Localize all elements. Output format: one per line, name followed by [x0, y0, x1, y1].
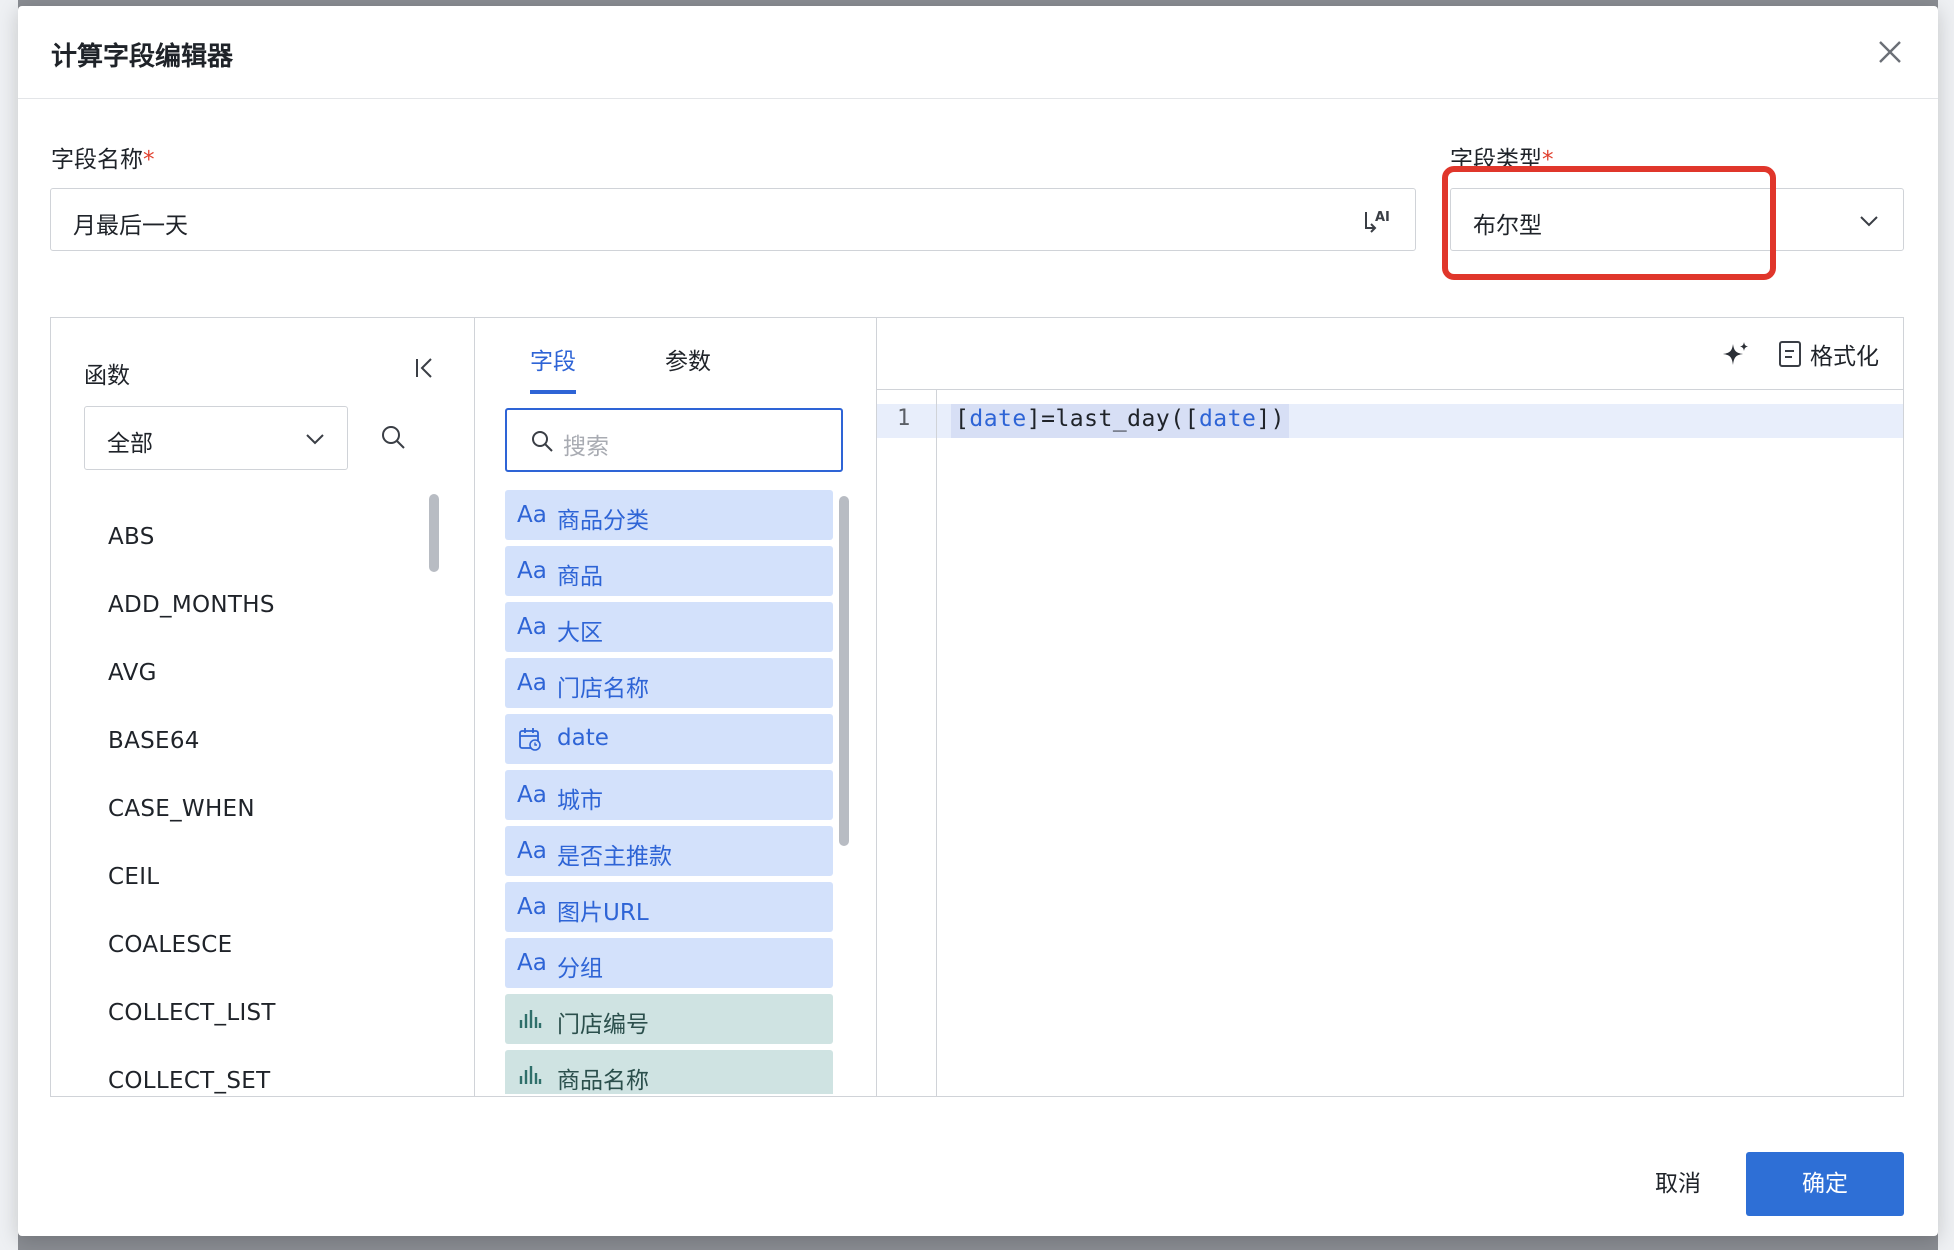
function-item[interactable]: CASE_WHEN	[108, 796, 255, 822]
text-type-icon: Aa	[517, 614, 547, 640]
field-list-scrollbar[interactable]	[839, 496, 849, 846]
function-category-select[interactable]: 全部	[84, 406, 348, 470]
sparkle-icon	[1723, 342, 1748, 365]
line-number-gutter	[877, 390, 937, 1096]
function-item[interactable]: ABS	[108, 524, 155, 550]
field-item[interactable]: Aa 商品分类	[505, 490, 833, 540]
fields-panel: 字段 参数 搜索 Aa 商品分类 Aa 商品 Aa 大区 Aa 门店名称 dat…	[475, 318, 877, 1096]
code-token-field: date	[1198, 406, 1257, 432]
function-item[interactable]: COLLECT_SET	[108, 1068, 270, 1094]
dialog-header: 计算字段编辑器	[18, 6, 1938, 99]
field-item-label: 城市	[557, 788, 603, 814]
field-search-input[interactable]: 搜索	[505, 408, 843, 472]
field-name-label: 字段名称*	[51, 147, 155, 173]
text-type-icon: Aa	[517, 782, 547, 808]
format-label: 格式化	[1810, 344, 1879, 370]
field-item[interactable]: Aa 城市	[505, 770, 833, 820]
code-panel: 格式化 1 [date]=last_day([date])	[877, 318, 1903, 1096]
field-item[interactable]: Aa 图片URL	[505, 882, 833, 932]
field-name-value: 月最后一天	[73, 213, 188, 239]
tab-fields[interactable]: 字段	[530, 342, 576, 394]
function-item[interactable]: CEIL	[108, 864, 159, 890]
field-list: Aa 商品分类 Aa 商品 Aa 大区 Aa 门店名称 date Aa 城市 A…	[505, 490, 835, 1094]
field-item-label: 分组	[557, 956, 603, 982]
close-button[interactable]	[1874, 36, 1906, 68]
text-type-icon: Aa	[517, 670, 547, 696]
confirm-button[interactable]: 确定	[1746, 1152, 1904, 1216]
calculated-field-editor-dialog: 计算字段编辑器 字段名称* 字段类型* 月最后一天 AI 布尔型 函数 全部 A…	[18, 6, 1938, 1236]
field-item-label: 是否主推款	[557, 844, 672, 870]
format-button[interactable]: 格式化	[1778, 336, 1879, 372]
text-type-icon: Aa	[517, 950, 547, 976]
required-mark: *	[143, 147, 155, 173]
field-item-label: date	[557, 725, 609, 751]
function-item[interactable]: COALESCE	[108, 932, 232, 958]
field-item[interactable]: 商品名称	[505, 1050, 833, 1094]
field-item-label: 商品	[557, 564, 603, 590]
field-item[interactable]: date	[505, 714, 833, 764]
function-item[interactable]: BASE64	[108, 728, 200, 754]
function-item[interactable]: COLLECT_LIST	[108, 1000, 276, 1026]
field-type-select[interactable]: 布尔型	[1450, 188, 1904, 251]
ai-rename-icon: AI	[1365, 210, 1390, 233]
search-icon	[382, 426, 405, 449]
search-icon	[532, 431, 553, 452]
text-type-icon: Aa	[517, 838, 547, 864]
text-type-icon: Aa	[517, 558, 547, 584]
formula-editor: 函数 全部 ABS ADD_MONTHS AVG BASE64 CASE_WHE…	[50, 317, 1904, 1097]
chevron-down-icon	[306, 434, 324, 445]
field-item-label: 商品分类	[557, 508, 649, 534]
field-type-value: 布尔型	[1473, 213, 1542, 239]
field-item[interactable]: Aa 大区	[505, 602, 833, 652]
field-item[interactable]: 门店编号	[505, 994, 833, 1044]
function-item[interactable]: AVG	[108, 660, 157, 686]
field-item[interactable]: Aa 是否主推款	[505, 826, 833, 876]
bar-chart-icon	[517, 1062, 547, 1090]
tab-parameters[interactable]: 参数	[665, 342, 711, 390]
field-search-placeholder: 搜索	[563, 434, 609, 460]
cancel-button[interactable]: 取消	[1618, 1152, 1738, 1216]
functions-title: 函数	[84, 363, 130, 389]
svg-text:AI: AI	[1375, 210, 1390, 225]
code-token: ])	[1256, 406, 1286, 432]
function-list-scrollbar[interactable]	[429, 494, 439, 572]
background-page-left	[0, 0, 18, 1250]
code-toolbar: 格式化	[877, 318, 1903, 390]
field-item-label: 门店编号	[557, 1012, 649, 1038]
code-line[interactable]: [date]=last_day([date])	[951, 404, 1290, 438]
field-item[interactable]: Aa 分组	[505, 938, 833, 988]
field-item-label: 商品名称	[557, 1068, 649, 1094]
line-number: 1	[897, 406, 911, 431]
field-item[interactable]: Aa 门店名称	[505, 658, 833, 708]
code-token: [	[1184, 406, 1199, 432]
field-item-label: 大区	[557, 620, 603, 646]
document-icon	[1779, 341, 1801, 367]
bar-chart-icon	[517, 1006, 547, 1034]
code-token-field: date	[969, 406, 1027, 432]
field-item[interactable]: Aa 商品	[505, 546, 833, 596]
code-token: [	[955, 406, 970, 432]
text-type-icon: Aa	[517, 502, 547, 528]
functions-panel: 函数 全部 ABS ADD_MONTHS AVG BASE64 CASE_WHE…	[51, 318, 475, 1096]
function-search-button[interactable]	[378, 422, 408, 452]
ai-assist-button[interactable]	[1721, 340, 1751, 370]
function-list: ABS ADD_MONTHS AVG BASE64 CASE_WHEN CEIL…	[51, 490, 451, 1096]
close-icon	[1879, 41, 1901, 63]
chevron-down-icon	[1860, 216, 1878, 227]
code-token: ]=last_day(	[1026, 406, 1185, 432]
collapse-left-icon	[416, 358, 432, 378]
collapse-panel-button[interactable]	[411, 354, 439, 382]
dialog-title: 计算字段编辑器	[51, 42, 234, 72]
text-type-icon: Aa	[517, 894, 547, 920]
function-category-value: 全部	[107, 431, 153, 457]
date-icon	[517, 726, 547, 754]
required-mark: *	[1542, 147, 1554, 173]
field-item-label: 门店名称	[557, 676, 649, 702]
function-item[interactable]: ADD_MONTHS	[108, 592, 275, 618]
field-name-input[interactable]: 月最后一天 AI	[50, 188, 1416, 251]
ai-suggest-button[interactable]: AI	[1361, 204, 1393, 236]
field-item-label: 图片URL	[557, 900, 649, 926]
field-type-label: 字段类型*	[1450, 147, 1554, 173]
background-page-right	[1938, 0, 1954, 1250]
